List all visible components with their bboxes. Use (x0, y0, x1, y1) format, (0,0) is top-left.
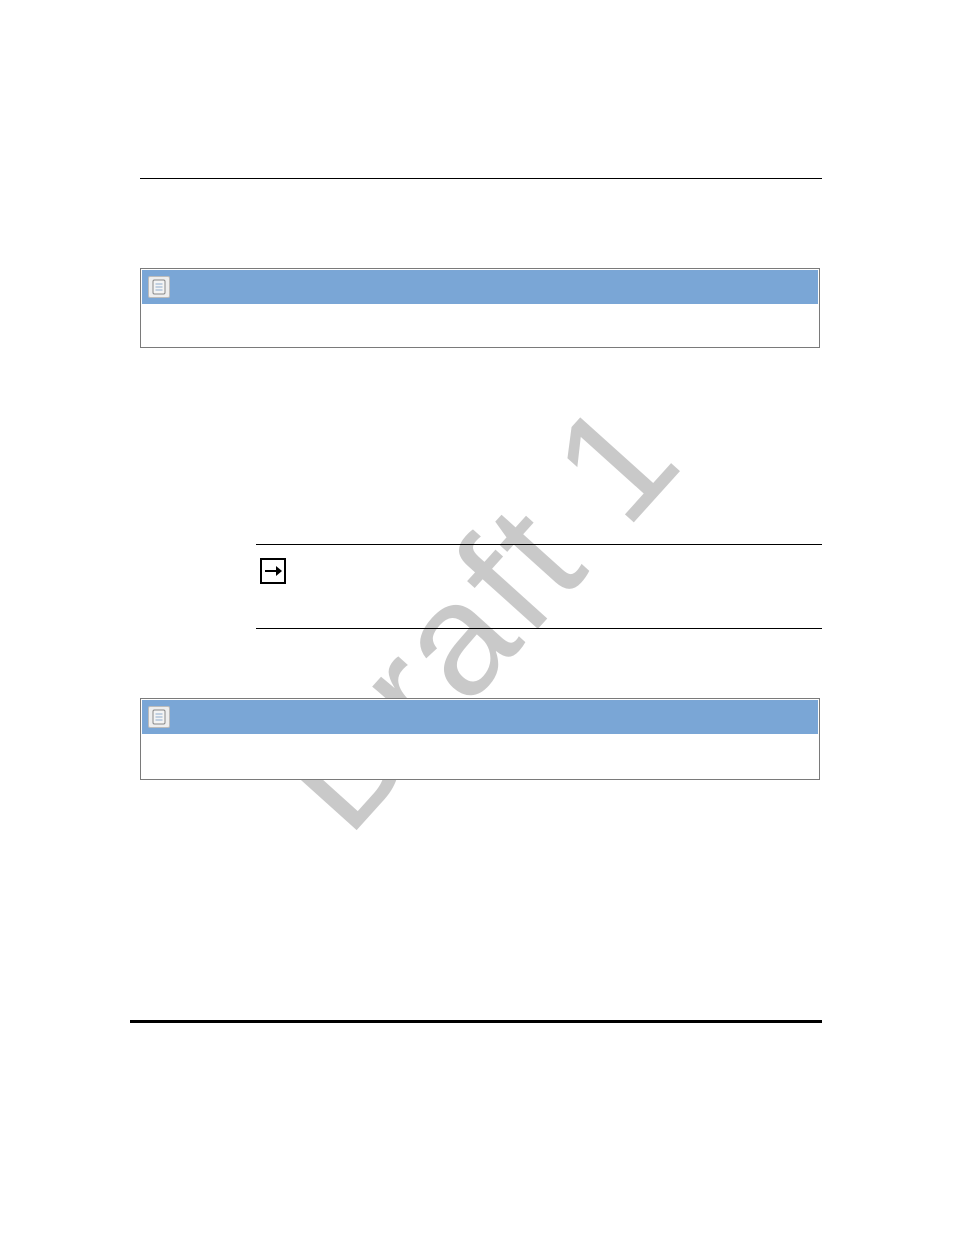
divider-top (140, 178, 822, 179)
divider-mid-2 (256, 628, 822, 629)
note-callout-1 (140, 268, 820, 348)
note-callout-1-body (141, 305, 819, 347)
note-icon (148, 706, 170, 728)
divider-mid-1 (256, 544, 822, 545)
arrow-right-icon (260, 558, 286, 584)
note-callout-1-header (141, 269, 819, 305)
note-callout-2 (140, 698, 820, 780)
note-callout-2-body (141, 735, 819, 777)
note-callout-2-header (141, 699, 819, 735)
divider-bottom (130, 1020, 822, 1023)
note-icon (148, 276, 170, 298)
